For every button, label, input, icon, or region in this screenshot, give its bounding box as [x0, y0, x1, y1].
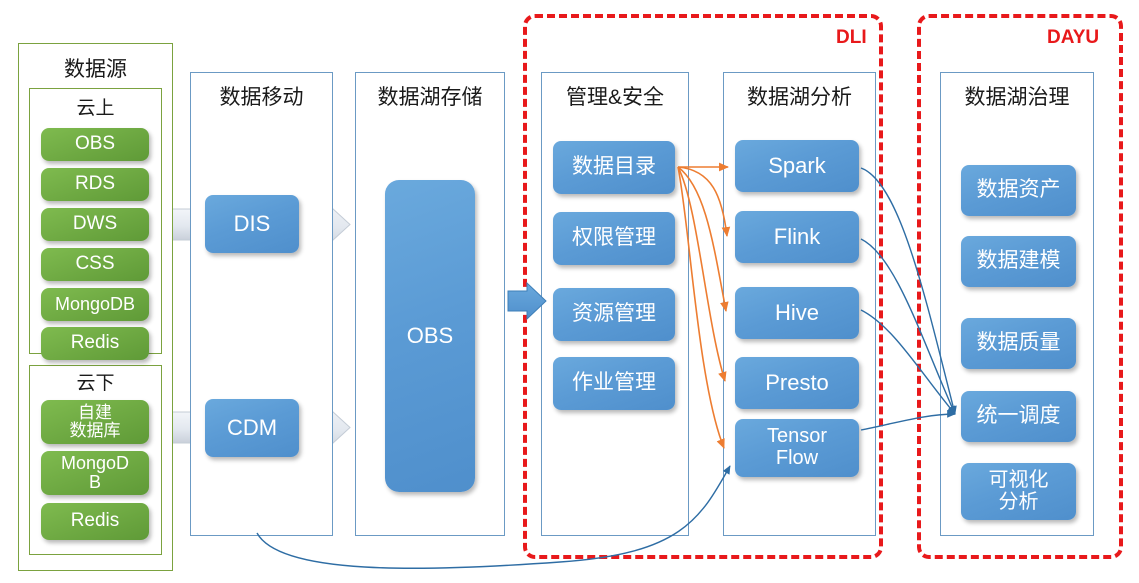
node-obs-storage[interactable]: OBS — [385, 180, 475, 492]
node-rds[interactable]: RDS — [41, 168, 149, 201]
node-mongodb-onprem[interactable]: MongoD B — [41, 451, 149, 495]
region-dayu-label: DAYU — [1047, 27, 1100, 48]
diagram-canvas: 数据源 云上 云下 数据移动 数据湖存储 管理&安全 数据湖分析 数据湖治理 O… — [0, 0, 1139, 583]
panel-data-source-title: 数据源 — [64, 58, 127, 81]
region-dli — [523, 14, 883, 559]
node-css[interactable]: CSS — [41, 248, 149, 281]
node-mongodb-cloud[interactable]: MongoDB — [41, 288, 149, 321]
node-cdm[interactable]: CDM — [205, 399, 299, 457]
panel-data-movement: 数据移动 — [190, 72, 333, 536]
group-cloud-on-title: 云上 — [76, 98, 115, 119]
group-cloud-off-title: 云下 — [76, 373, 115, 394]
node-self-built-db[interactable]: 自建 数据库 — [41, 400, 149, 444]
node-redis-onprem[interactable]: Redis — [41, 503, 149, 540]
node-redis-cloud[interactable]: Redis — [41, 327, 149, 360]
panel-data-movement-title: 数据移动 — [219, 86, 304, 109]
node-dws[interactable]: DWS — [41, 208, 149, 241]
node-obs-source[interactable]: OBS — [41, 128, 149, 161]
panel-lake-storage-title: 数据湖存储 — [377, 86, 483, 109]
region-dayu — [917, 14, 1123, 559]
region-dli-label: DLI — [836, 27, 867, 48]
node-dis[interactable]: DIS — [205, 195, 299, 253]
